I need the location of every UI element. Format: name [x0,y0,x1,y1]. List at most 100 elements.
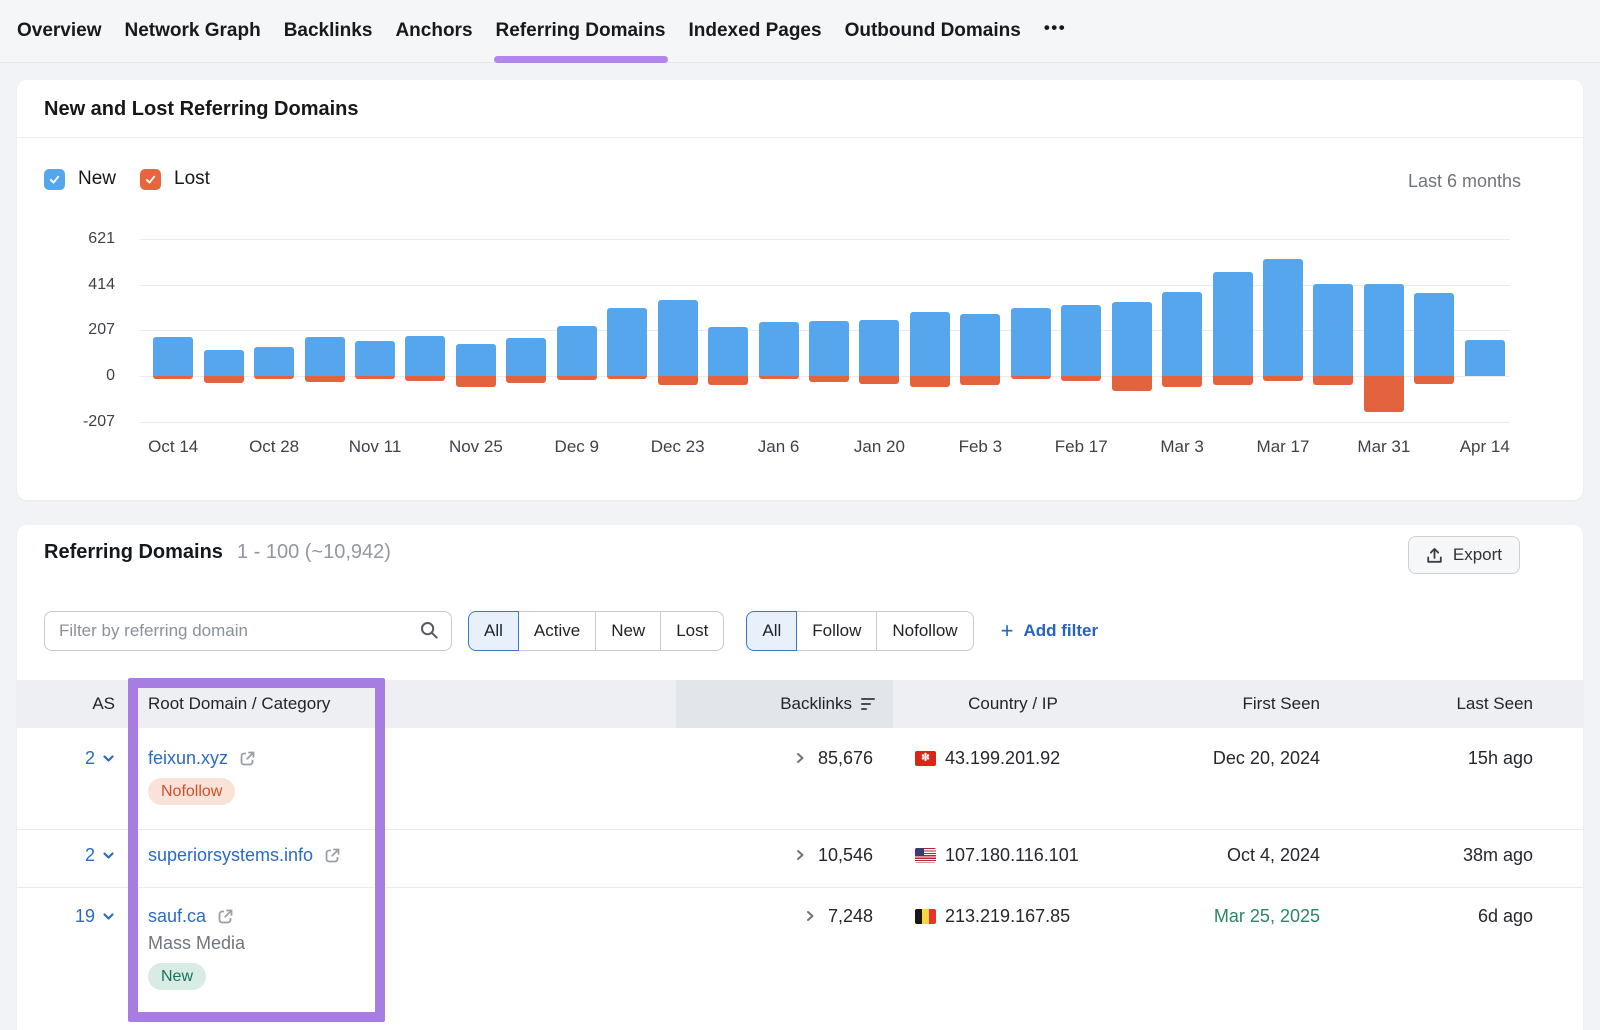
column-header-as[interactable]: AS [17,680,115,728]
new-domains-bar[interactable] [1162,292,1202,376]
new-domains-bar[interactable] [355,341,395,376]
column-header-backlinks[interactable]: Backlinks [676,680,893,728]
lost-domains-bar[interactable] [960,376,1000,385]
lost-domains-bar[interactable] [506,376,546,383]
tab-backlinks[interactable]: Backlinks [284,0,373,63]
external-link-icon[interactable] [323,846,342,865]
tab-referring-domains[interactable]: Referring Domains [496,0,666,63]
more-tabs-button[interactable]: ••• [1044,18,1066,44]
status-filter-new[interactable]: New [595,611,661,651]
new-domains-bar[interactable] [910,312,950,376]
new-domains-bar[interactable] [1112,302,1152,376]
column-header-last-seen[interactable]: Last Seen [1320,680,1583,728]
new-domains-bar[interactable] [1465,340,1505,376]
tab-network-graph[interactable]: Network Graph [125,0,261,63]
tab-indexed-pages[interactable]: Indexed Pages [689,0,822,63]
new-domains-bar[interactable] [153,337,193,376]
tab-label: Overview [17,20,102,42]
new-domains-bar[interactable] [809,321,849,376]
domain-link[interactable]: feixun.xyz [148,748,228,769]
x-axis-label: Mar 3 [1132,437,1232,457]
domain-link[interactable]: superiorsystems.info [148,845,313,866]
new-domains-bar[interactable] [1213,272,1253,376]
lost-domains-bar[interactable] [204,376,244,383]
new-domains-bar[interactable] [254,347,294,376]
column-header-country-ip[interactable]: Country / IP [893,680,1133,728]
chevron-right-icon[interactable] [793,751,807,765]
tab-anchors[interactable]: Anchors [395,0,472,63]
new-domains-bar[interactable] [1414,293,1454,376]
tab-overview[interactable]: Overview [17,0,102,63]
new-domains-bar[interactable] [1011,308,1051,376]
new-domains-bar[interactable] [204,350,244,376]
new-domains-bar[interactable] [607,308,647,376]
column-header-first-seen[interactable]: First Seen [1133,680,1320,728]
lost-domains-bar[interactable] [456,376,496,387]
lost-domains-bar[interactable] [355,376,395,379]
chevron-right-icon[interactable] [803,909,817,923]
search-icon[interactable] [419,620,441,642]
lost-domains-bar[interactable] [405,376,445,381]
last-seen-date: 15h ago [1468,748,1533,768]
domain-filter-input[interactable] [44,611,452,651]
lost-domains-bar[interactable] [1061,376,1101,381]
new-domains-bar[interactable] [456,344,496,376]
new-domains-bar[interactable] [405,336,445,376]
as-number: 2 [85,748,95,769]
new-domains-bar[interactable] [557,326,597,376]
new-domains-bar[interactable] [708,327,748,376]
new-domains-bar[interactable] [1061,305,1101,376]
lost-domains-bar[interactable] [910,376,950,387]
lost-domains-bar[interactable] [1011,376,1051,379]
new-domains-bar[interactable] [1364,284,1404,376]
column-header-root-domain-category[interactable]: Root Domain / Category [115,680,676,728]
lost-domains-bar[interactable] [1364,376,1404,412]
lost-domains-bar[interactable] [859,376,899,384]
follow-filter-all[interactable]: All [746,611,797,651]
lost-domains-bar[interactable] [254,376,294,379]
chevron-right-icon[interactable] [793,848,807,862]
lost-domains-bar[interactable] [1313,376,1353,385]
lost-domains-bar[interactable] [1162,376,1202,387]
new-domains-bar[interactable] [859,320,899,376]
status-filter-active[interactable]: Active [518,611,596,651]
lost-domains-bar[interactable] [557,376,597,380]
lost-domains-bar[interactable] [1213,376,1253,385]
lost-domains-bar[interactable] [759,376,799,379]
external-link-icon[interactable] [238,749,257,768]
external-link-icon[interactable] [216,907,235,926]
as-expander[interactable]: 19 [75,906,115,927]
lost-domains-bar[interactable] [1414,376,1454,384]
lost-domains-bar[interactable] [658,376,698,385]
lost-domains-bar[interactable] [809,376,849,382]
follow-filter-nofollow[interactable]: Nofollow [876,611,973,651]
lost-domains-bar[interactable] [1112,376,1152,391]
nav-tabs: Overview Network Graph Backlinks Anchors Ref… [0,0,1600,63]
lost-domains-bar[interactable] [153,376,193,379]
lost-domains-bar[interactable] [708,376,748,385]
add-filter-button[interactable]: + Add filter [1001,621,1098,641]
x-axis-label: Dec 23 [628,437,728,457]
follow-filter-follow[interactable]: Follow [796,611,877,651]
new-domains-bar[interactable] [506,338,546,376]
country-cell: 107.180.116.101 [893,830,1133,887]
export-button[interactable]: Export [1408,536,1520,574]
status-filter-all[interactable]: All [468,611,519,651]
sort-descending-icon[interactable] [861,698,875,710]
new-domains-bar[interactable] [960,314,1000,376]
new-domains-bar[interactable] [658,300,698,376]
domain-link[interactable]: sauf.ca [148,906,206,927]
new-domains-bar[interactable] [1263,259,1303,376]
tab-outbound-domains[interactable]: Outbound Domains [845,0,1021,63]
new-domains-bar[interactable] [1313,284,1353,376]
lost-domains-bar[interactable] [607,376,647,379]
new-domains-bar[interactable] [305,337,345,376]
hk-flag-icon: ✽ [915,751,936,766]
new-domains-bar[interactable] [759,322,799,376]
as-expander[interactable]: 2 [85,845,115,866]
as-expander[interactable]: 2 [85,748,115,769]
status-filter-lost[interactable]: Lost [660,611,724,651]
lost-domains-bar[interactable] [305,376,345,382]
lost-domains-bar[interactable] [1263,376,1303,381]
backlinks-cell: 7,248 [676,888,893,1030]
